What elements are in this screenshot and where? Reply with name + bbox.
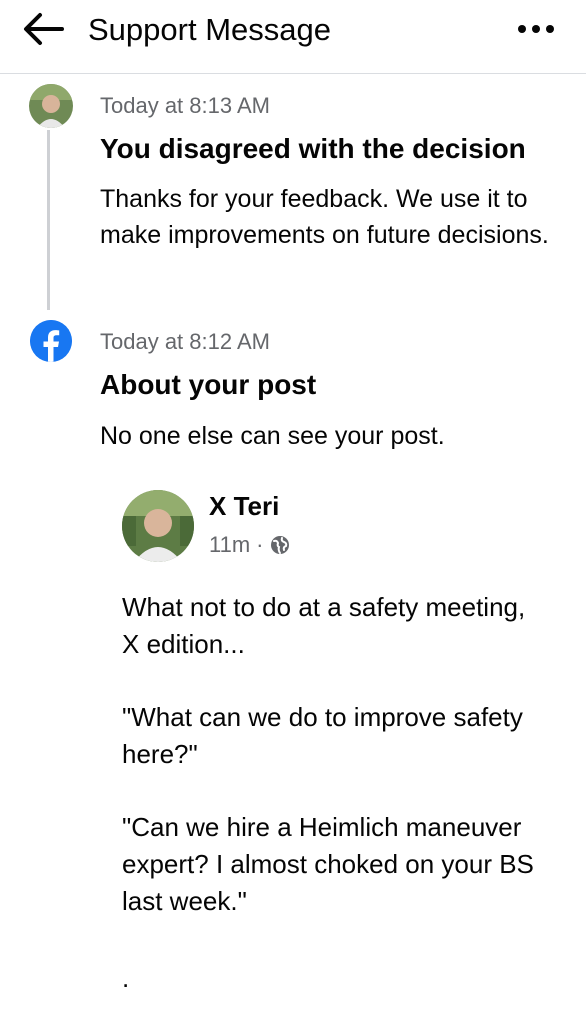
message-title: You disagreed with the decision (100, 133, 526, 164)
avatar (29, 84, 73, 128)
more-horizontal-icon-dot (532, 25, 540, 33)
more-horizontal-icon-dot (546, 25, 554, 33)
page-title: Support Message (88, 12, 331, 47)
message-timestamp: Today at 8:12 AM (100, 329, 270, 354)
message-body: Thanks for your feedback. We use it to m… (100, 185, 549, 249)
top-bar: Support Message (0, 0, 586, 74)
facebook-icon (30, 320, 72, 362)
more-horizontal-icon (518, 25, 526, 33)
post-paragraph: "What can we do to improve safety here?" (122, 702, 523, 769)
timeline-connector (47, 130, 50, 310)
message-title: About your post (100, 369, 317, 400)
back-button[interactable] (18, 6, 68, 52)
message-timestamp: Today at 8:13 AM (100, 93, 270, 118)
arrow-left-icon (24, 13, 64, 45)
meta-separator: · (256, 532, 264, 557)
post-paragraph: . (122, 963, 130, 993)
more-options-button[interactable] (508, 12, 564, 46)
post-meta: 11m · (209, 531, 290, 559)
message-body: No one else can see your post. (100, 422, 445, 450)
post-age: 11m (209, 532, 251, 557)
post-paragraph: "Can we hire a Heimlich maneuver expert?… (122, 812, 534, 916)
post-paragraph: What not to do at a safety meeting, X ed… (122, 592, 526, 659)
post-author-name[interactable]: X Teri (209, 490, 279, 522)
post-author-avatar[interactable] (122, 490, 194, 562)
globe-icon (270, 536, 289, 554)
